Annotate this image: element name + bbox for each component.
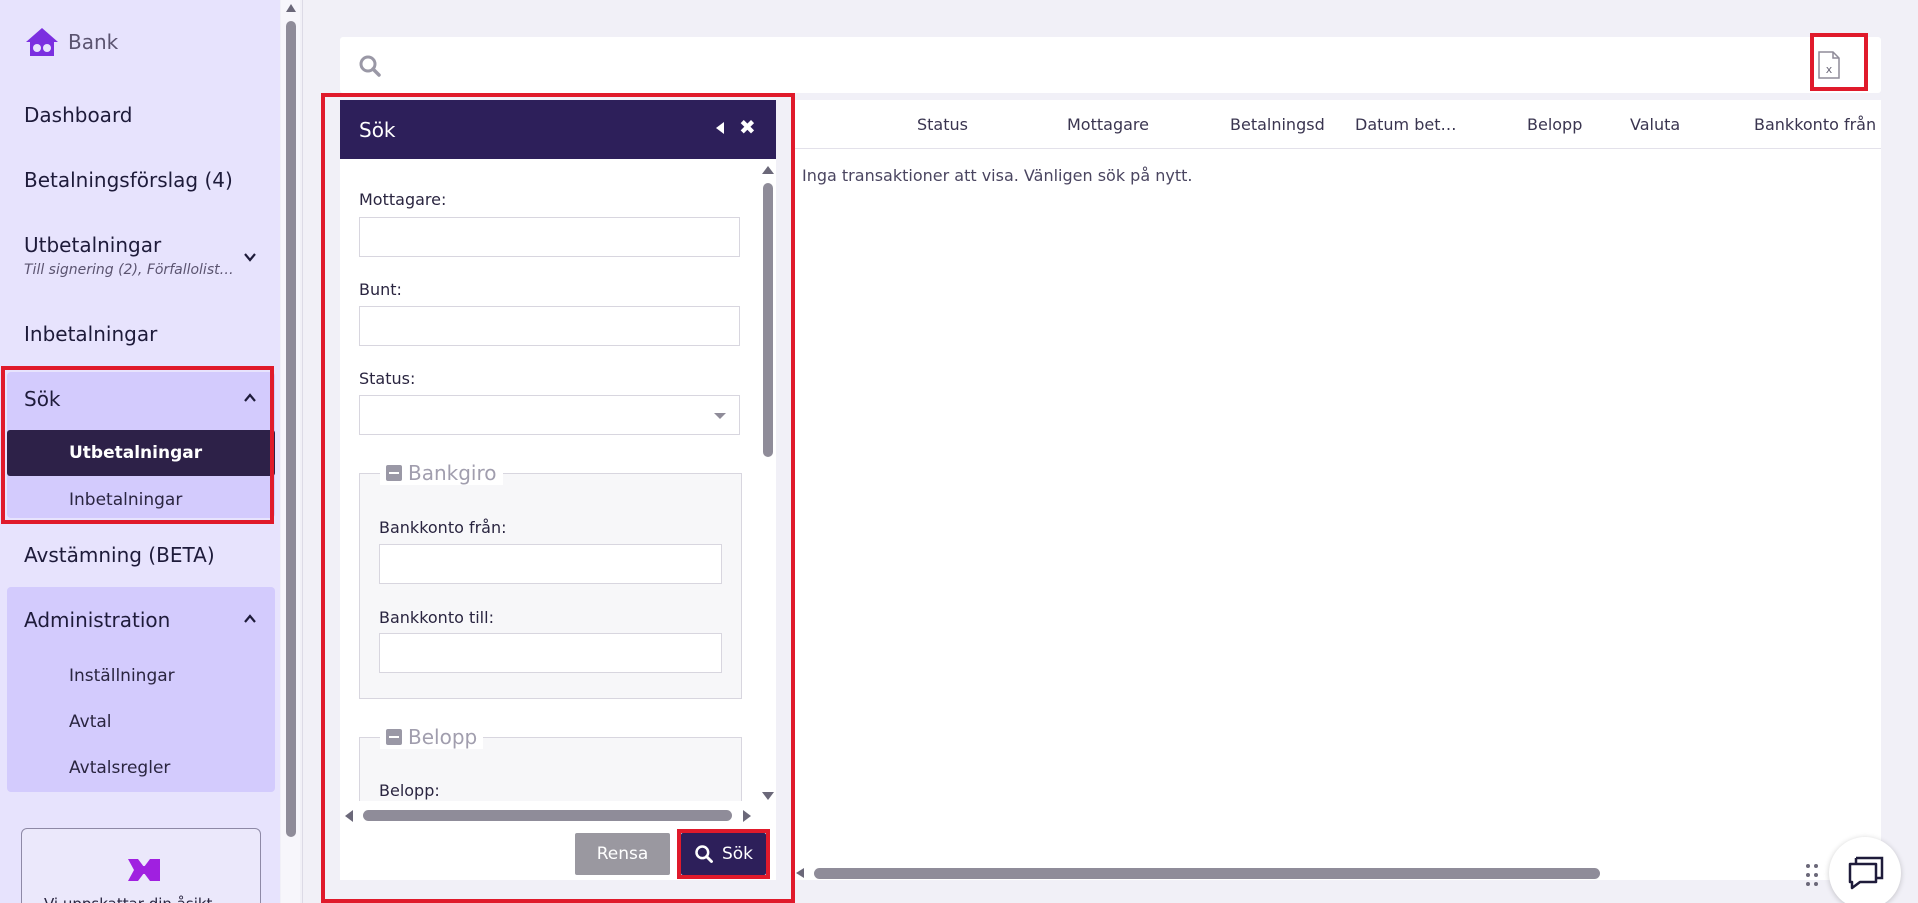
nav-sok-utbetalningar[interactable]: Utbetalningar <box>69 443 202 463</box>
dropdown-arrow-icon[interactable] <box>714 413 726 419</box>
scroll-up-arrow-icon[interactable] <box>286 4 296 12</box>
chat-icon <box>1848 856 1884 890</box>
column-header-status[interactable]: Status <box>917 115 968 134</box>
bankkonto-fran-label: Bankkonto från: <box>379 518 507 537</box>
sidebar-scrollbar-thumb[interactable] <box>286 21 296 837</box>
sidebar: Bank Dashboard Betalningsförslag (4) Utb… <box>0 0 280 903</box>
nav-utbetalningar-sublabel: Till signering (2), Förfallolist… <box>24 262 234 278</box>
search-icon <box>695 845 713 863</box>
app-name: Bank <box>68 30 119 54</box>
bankgiro-legend-label: Bankgiro <box>408 461 497 485</box>
feedback-promo[interactable]: Vi uppskattar din åsikt <box>21 828 261 903</box>
column-header-valuta[interactable]: Valuta <box>1630 115 1680 134</box>
nav-avtalsregler[interactable]: Avtalsregler <box>69 758 170 778</box>
drag-handle-icon[interactable] <box>1804 862 1820 888</box>
chevron-up-icon[interactable] <box>243 612 257 626</box>
scroll-left-arrow-icon[interactable] <box>345 810 353 822</box>
table-horizontal-scrollbar-thumb[interactable] <box>814 868 1600 879</box>
mottagare-label: Mottagare: <box>359 190 447 209</box>
bankkonto-fran-input[interactable] <box>379 544 722 584</box>
house-logo-icon <box>26 28 58 56</box>
nav-avstamning[interactable]: Avstämning (BETA) <box>24 543 215 567</box>
panel-vertical-scrollbar-thumb[interactable] <box>763 183 773 457</box>
top-search-bar[interactable] <box>340 37 1881 93</box>
collapse-panel-icon[interactable] <box>716 122 724 134</box>
nav-dashboard[interactable]: Dashboard <box>24 103 133 127</box>
search-icon[interactable] <box>358 54 382 78</box>
panel-horizontal-scrollbar-thumb[interactable] <box>363 810 732 821</box>
collapse-minus-icon[interactable] <box>386 465 402 481</box>
nav-avtal[interactable]: Avtal <box>69 712 112 732</box>
bankgiro-legend[interactable]: Bankgiro <box>380 461 503 485</box>
chat-button[interactable] <box>1829 837 1901 903</box>
scroll-right-arrow-icon[interactable] <box>743 810 751 822</box>
column-header-datum-betald[interactable]: Datum bet… <box>1355 115 1456 134</box>
nav-betalningsforslag[interactable]: Betalningsförslag (4) <box>24 168 233 192</box>
feedback-logo-icon <box>128 859 160 881</box>
clear-button[interactable]: Rensa <box>575 833 670 875</box>
column-header-betalningsdatum[interactable]: Betalningsdatum <box>1230 115 1324 134</box>
search-button-label: Sök <box>721 844 754 864</box>
bankkonto-till-label: Bankkonto till: <box>379 608 494 627</box>
nav-utbetalningar[interactable]: Utbetalningar <box>24 233 161 257</box>
transactions-table <box>795 100 1881 880</box>
bunt-input[interactable] <box>359 306 740 346</box>
excel-file-icon[interactable]: x <box>1817 51 1841 79</box>
bankkonto-till-input[interactable] <box>379 633 722 673</box>
scroll-mask <box>345 802 765 806</box>
column-header-mottagare[interactable]: Mottagare <box>1067 115 1149 134</box>
column-header-belopp[interactable]: Belopp <box>1527 115 1582 134</box>
nav-sok[interactable]: Sök <box>24 387 61 411</box>
sidebar-scrollbar[interactable] <box>281 0 300 903</box>
scroll-down-arrow-icon[interactable] <box>762 792 774 800</box>
status-select[interactable] <box>359 395 740 435</box>
chevron-down-icon[interactable] <box>243 250 257 264</box>
belopp-legend[interactable]: Belopp <box>380 725 484 749</box>
feedback-promo-text: Vi uppskattar din åsikt <box>44 895 212 903</box>
chevron-up-icon[interactable] <box>243 391 257 405</box>
svg-text:x: x <box>1826 63 1833 76</box>
search-button[interactable]: Sök <box>681 833 766 875</box>
mottagare-input[interactable] <box>359 217 740 257</box>
app-logo[interactable]: Bank <box>24 26 118 58</box>
bunt-label: Bunt: <box>359 280 402 299</box>
nav-sok-inbetalningar[interactable]: Inbetalningar <box>69 490 182 510</box>
scroll-up-arrow-icon[interactable] <box>762 166 774 174</box>
scroll-left-arrow-icon[interactable] <box>796 868 804 878</box>
close-icon[interactable]: ✖ <box>739 116 756 138</box>
column-header-bankkonto-fran[interactable]: Bankkonto från <box>1754 115 1880 134</box>
empty-table-message: Inga transaktioner att visa. Vänligen sö… <box>802 166 1193 185</box>
collapse-minus-icon[interactable] <box>386 729 402 745</box>
search-panel-title: Sök <box>359 118 396 142</box>
nav-inbetalningar[interactable]: Inbetalningar <box>24 322 157 346</box>
belopp-legend-label: Belopp <box>408 725 478 749</box>
belopp-label: Belopp: <box>379 781 440 800</box>
status-label: Status: <box>359 369 416 388</box>
nav-administration[interactable]: Administration <box>24 608 170 632</box>
table-header-divider <box>795 148 1881 149</box>
nav-installningar[interactable]: Inställningar <box>69 666 175 686</box>
search-panel-header <box>340 100 776 159</box>
